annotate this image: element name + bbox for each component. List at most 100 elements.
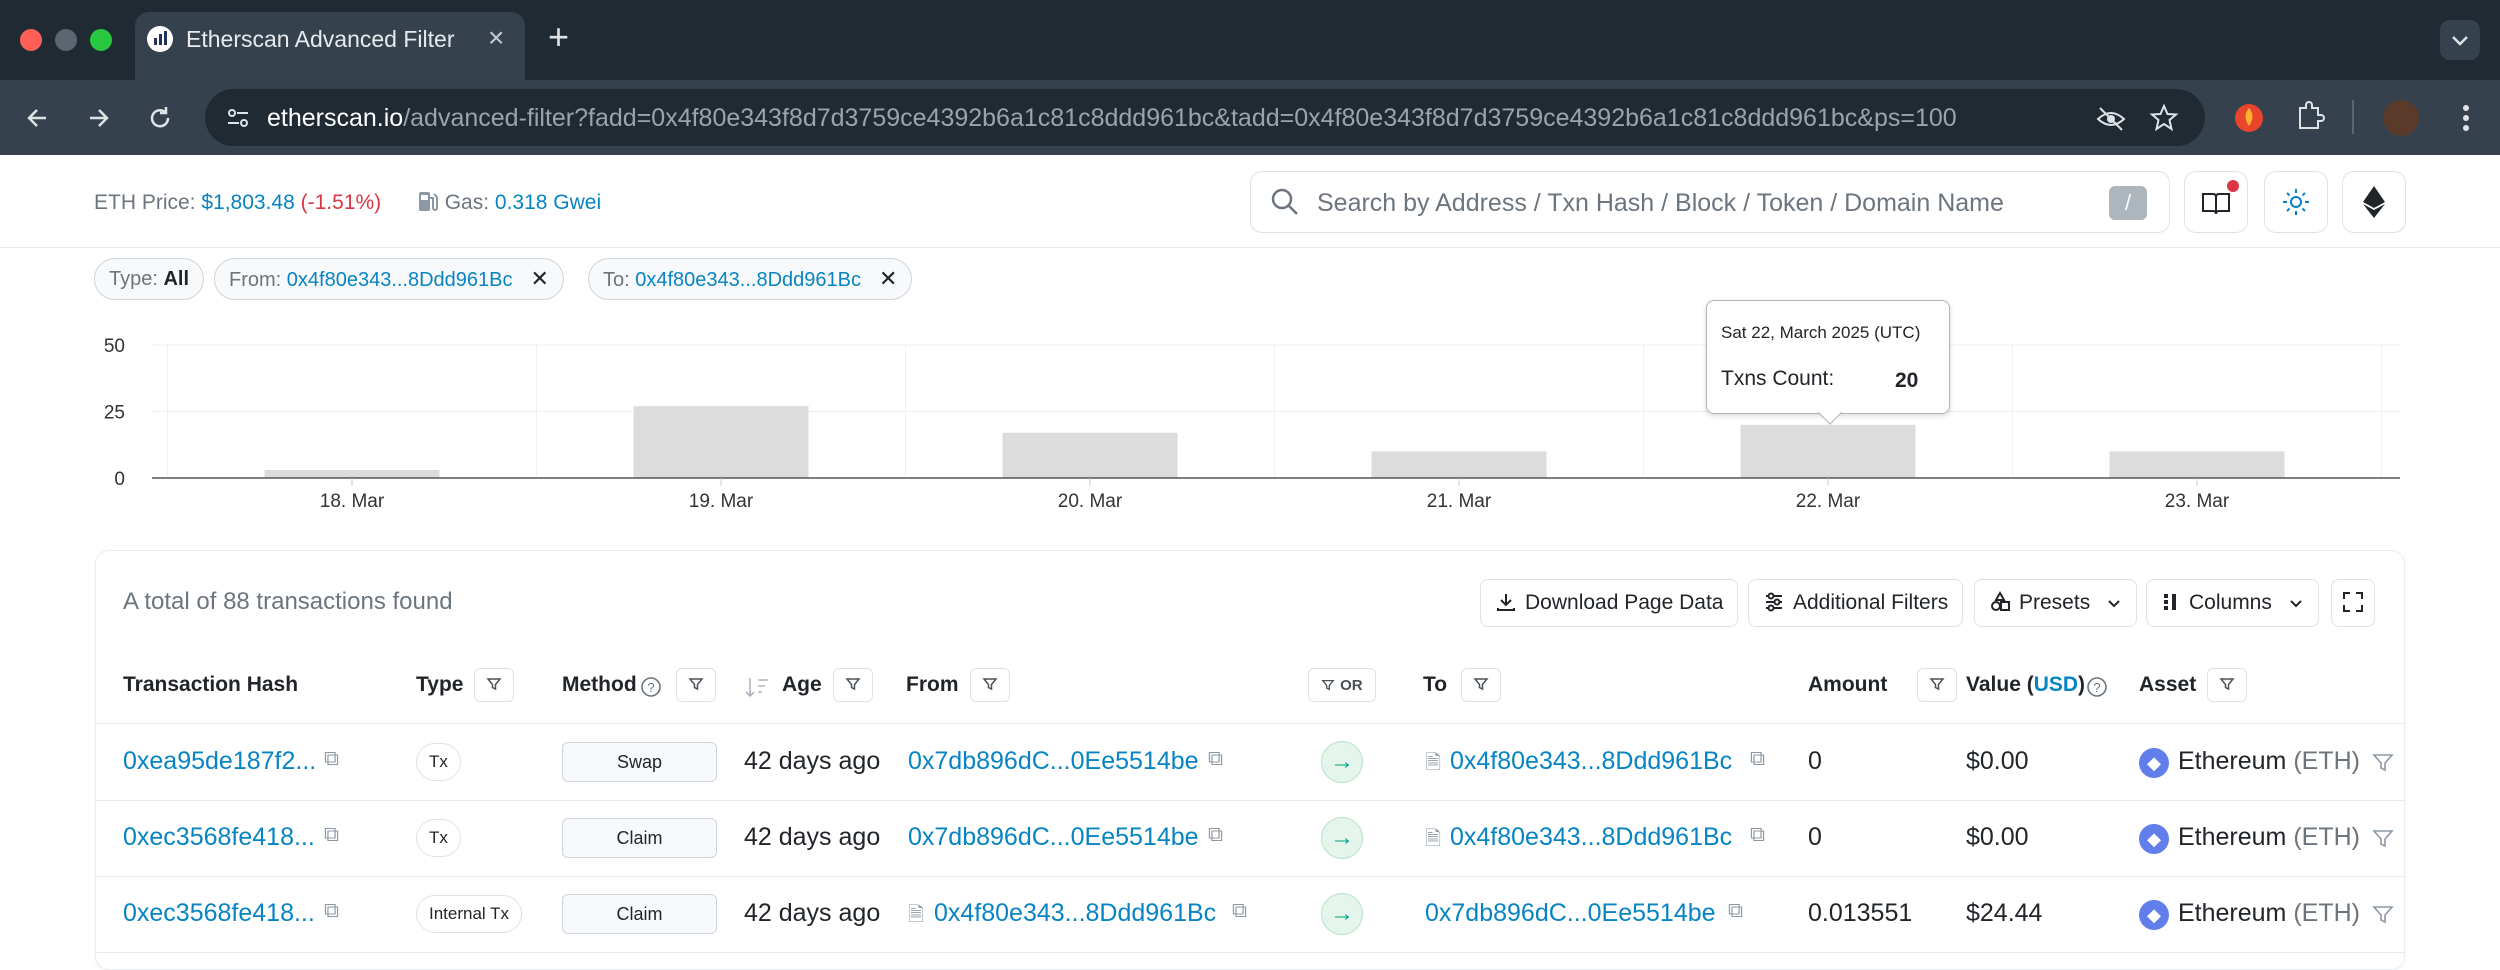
eth-price-info: ETH Price: $1,803.48 (-1.51%) Gas: 0.318… <box>94 191 602 214</box>
to-address-link[interactable]: 0x4f80e343...8Ddd961Bc <box>1450 747 1732 776</box>
copy-icon[interactable]: ⧉ <box>1750 823 1765 847</box>
copy-icon[interactable]: ⧉ <box>1728 899 1743 923</box>
chart-bar <box>1740 424 1916 478</box>
more-menu-icon[interactable] <box>2448 98 2484 138</box>
age-text: 42 days ago <box>744 747 881 775</box>
theme-toggle-button[interactable] <box>2264 171 2328 233</box>
column-header-age[interactable]: Age <box>782 673 822 697</box>
bookmark-star-icon[interactable] <box>2149 103 2179 133</box>
copy-icon[interactable]: ⧉ <box>1208 823 1223 847</box>
asset-text[interactable]: Ethereum (ETH) <box>2178 899 2360 928</box>
remove-filter-to-icon[interactable]: ✕ <box>879 266 897 291</box>
gas-value[interactable]: 0.318 Gwei <box>495 191 601 214</box>
sun-icon <box>2283 189 2309 215</box>
filter-chip-type[interactable]: Type: All <box>94 258 205 300</box>
back-arrow-icon[interactable] <box>18 98 58 138</box>
remove-filter-from-icon[interactable]: ✕ <box>531 266 549 291</box>
eth-price-value[interactable]: $1,803.48 <box>201 191 294 214</box>
filter-from-button[interactable] <box>970 668 1010 702</box>
value-text: $0.00 <box>1966 747 2029 775</box>
additional-filters-button[interactable]: Additional Filters <box>1748 579 1964 627</box>
copy-icon[interactable]: ⧉ <box>1232 899 1247 923</box>
row-divider <box>96 952 2406 953</box>
to-address-link[interactable]: 0x7db896dC...0Ee5514be <box>1425 899 1716 928</box>
filter-funnel-icon[interactable] <box>2371 903 2395 927</box>
filter-chip-from[interactable]: From: 0x4f80e343...8Ddd961Bc ✕ <box>214 258 564 300</box>
info-icon[interactable]: ? <box>2086 676 2108 698</box>
funnel-icon <box>486 678 502 691</box>
y-tick-label: 25 <box>104 403 125 424</box>
from-address-link[interactable]: 0x4f80e343...8Ddd961Bc <box>934 899 1216 928</box>
from-address-link[interactable]: 0x7db896dC...0Ee5514be <box>908 823 1199 852</box>
amount-text: 0.013551 <box>1808 899 1913 927</box>
network-button[interactable] <box>2342 171 2406 233</box>
type-badge: Internal Tx <box>416 895 523 933</box>
tab-search-button[interactable] <box>2440 20 2480 60</box>
new-tab-icon[interactable]: + <box>548 16 569 58</box>
copy-icon[interactable]: ⧉ <box>1750 747 1765 771</box>
filter-method-button[interactable] <box>676 668 716 702</box>
download-page-data-button[interactable]: Download Page Data <box>1480 579 1739 627</box>
zoom-window-button[interactable] <box>90 29 112 51</box>
tab-close-icon[interactable]: × <box>488 22 504 54</box>
chart-bar <box>1002 432 1178 478</box>
tab-title: Etherscan Advanced Filter <box>186 26 455 52</box>
presets-dropdown[interactable]: Presets <box>1974 579 2138 627</box>
forward-arrow-icon[interactable] <box>78 98 118 138</box>
sort-descending-icon[interactable] <box>744 675 770 699</box>
to-address-link[interactable]: 0x4f80e343...8Ddd961Bc <box>1450 823 1732 852</box>
asset-text[interactable]: Ethereum (ETH) <box>2178 823 2360 852</box>
copy-icon[interactable]: ⧉ <box>1208 747 1223 771</box>
contract-icon: 🗎 <box>1425 828 1442 850</box>
filter-amount-button[interactable] <box>1917 668 1957 702</box>
address-bar[interactable]: etherscan.io/advanced-filter?fadd=0x4f80… <box>205 89 2205 146</box>
filter-age-button[interactable] <box>833 668 873 702</box>
copy-icon[interactable]: ⧉ <box>324 823 339 847</box>
txn-hash-link[interactable]: 0xea95de187f2... <box>123 747 316 776</box>
url-text[interactable]: etherscan.io/advanced-filter?fadd=0x4f80… <box>267 104 1957 133</box>
amount-text: 0 <box>1808 747 1822 775</box>
method-badge: Claim <box>562 818 717 858</box>
copy-icon[interactable]: ⧉ <box>324 899 339 923</box>
amount-text: 0 <box>1808 823 1822 851</box>
filter-to-button[interactable] <box>1461 668 1501 702</box>
columns-dropdown[interactable]: Columns <box>2146 579 2319 627</box>
column-header-to: To <box>1423 673 1448 696</box>
asset-text[interactable]: Ethereum (ETH) <box>2178 747 2360 776</box>
columns-icon <box>2164 594 2176 610</box>
txn-hash-link[interactable]: 0xec3568fe418... <box>123 899 315 928</box>
download-icon <box>1497 594 1515 611</box>
toolbar-divider <box>2352 100 2354 134</box>
eth-price-change: (-1.51%) <box>300 191 382 214</box>
sliders-icon <box>1766 592 1782 612</box>
tooltip-pointer <box>1818 412 1842 425</box>
filter-asset-button[interactable] <box>2207 668 2247 702</box>
extension-flame-icon[interactable] <box>2232 98 2266 136</box>
from-address-link[interactable]: 0x7db896dC...0Ee5514be <box>908 747 1199 776</box>
txn-hash-link[interactable]: 0xec3568fe418... <box>123 823 315 852</box>
filter-chip-to[interactable]: To: 0x4f80e343...8Ddd961Bc ✕ <box>588 258 913 300</box>
profile-avatar[interactable] <box>2383 100 2419 136</box>
column-header-asset: Asset <box>2139 673 2197 696</box>
reader-button[interactable] <box>2184 171 2248 233</box>
funnel-icon <box>2219 678 2235 691</box>
direction-arrow-icon: → <box>1321 817 1363 859</box>
search-input[interactable]: Search by Address / Txn Hash / Block / T… <box>1250 171 2170 233</box>
eye-off-icon[interactable] <box>2095 103 2127 135</box>
y-tick-label: 50 <box>104 336 125 357</box>
info-icon[interactable]: ? <box>640 676 662 698</box>
filter-type-button[interactable] <box>474 668 514 702</box>
close-window-button[interactable] <box>20 29 42 51</box>
site-settings-icon[interactable] <box>223 103 253 133</box>
filter-funnel-icon[interactable] <box>2371 751 2395 775</box>
chart-bar <box>633 406 809 478</box>
extensions-puzzle-icon[interactable] <box>2292 98 2328 134</box>
copy-icon[interactable]: ⧉ <box>324 747 339 771</box>
reload-icon[interactable] <box>140 98 180 138</box>
tooltip-value: 20 <box>1895 369 1919 392</box>
fullscreen-button[interactable] <box>2331 579 2375 627</box>
column-header-method: Method <box>562 673 637 696</box>
minimize-window-button[interactable] <box>55 29 77 51</box>
filter-funnel-icon[interactable] <box>2371 827 2395 851</box>
filter-or-button[interactable]: OR <box>1308 668 1376 702</box>
